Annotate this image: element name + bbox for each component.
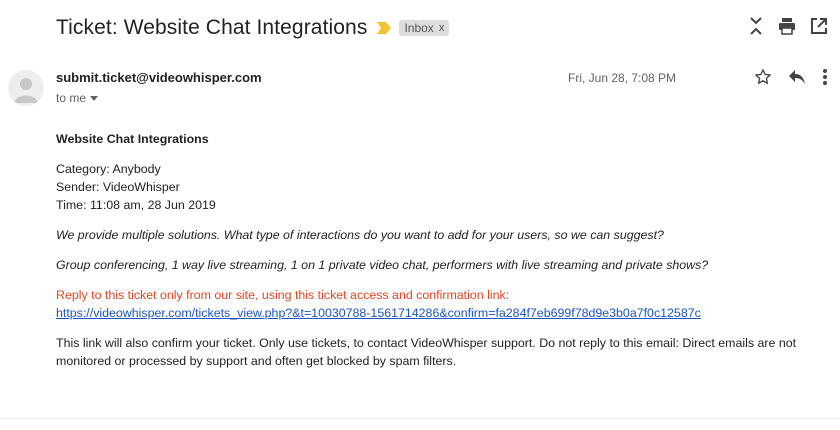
subject-row: Ticket: Website Chat Integrations Inbox …: [56, 12, 450, 44]
print-icon[interactable]: [778, 17, 796, 35]
recipient-text: to me: [56, 91, 87, 105]
recipient-details[interactable]: to me: [56, 91, 99, 105]
body-footer: This link will also confirm your ticket.…: [56, 336, 797, 368]
open-in-new-window-icon[interactable]: [810, 17, 828, 35]
inbox-label-chip[interactable]: Inbox x: [399, 20, 450, 36]
body-options: Group conferencing, 1 way live streaming…: [56, 258, 709, 272]
email-subject: Ticket: Website Chat Integrations: [56, 16, 368, 39]
body-title: Website Chat Integrations: [56, 132, 209, 146]
inbox-label-text: Inbox: [404, 21, 434, 35]
star-icon[interactable]: [754, 68, 772, 86]
more-vert-icon[interactable]: [822, 68, 828, 86]
body-category: Category: Anybody: [56, 162, 161, 176]
ticket-link[interactable]: https://videowhisper.com/tickets_view.ph…: [56, 306, 701, 320]
remove-label-icon[interactable]: x: [439, 22, 445, 34]
body-time: Time: 11:08 am, 28 Jun 2019: [56, 198, 216, 212]
chevron-down-icon[interactable]: [90, 95, 99, 101]
thread-toolbar: [748, 16, 828, 36]
divider: [0, 418, 840, 419]
body-question: We provide multiple solutions. What type…: [56, 228, 664, 242]
body-sender: Sender: VideoWhisper: [56, 180, 180, 194]
message-actions: [754, 68, 828, 86]
sender-address[interactable]: submit.ticket@videowhisper.com: [56, 70, 262, 85]
avatar[interactable]: [8, 70, 44, 106]
reply-icon[interactable]: [788, 69, 806, 85]
message-date: Fri, Jun 28, 7:08 PM: [568, 71, 677, 85]
reply-notice: Reply to this ticket only from our site,…: [56, 288, 510, 302]
expand-all-icon[interactable]: [748, 16, 764, 36]
message-body: Website Chat Integrations Category: Anyb…: [56, 130, 831, 370]
importance-marker-icon[interactable]: [377, 22, 392, 34]
